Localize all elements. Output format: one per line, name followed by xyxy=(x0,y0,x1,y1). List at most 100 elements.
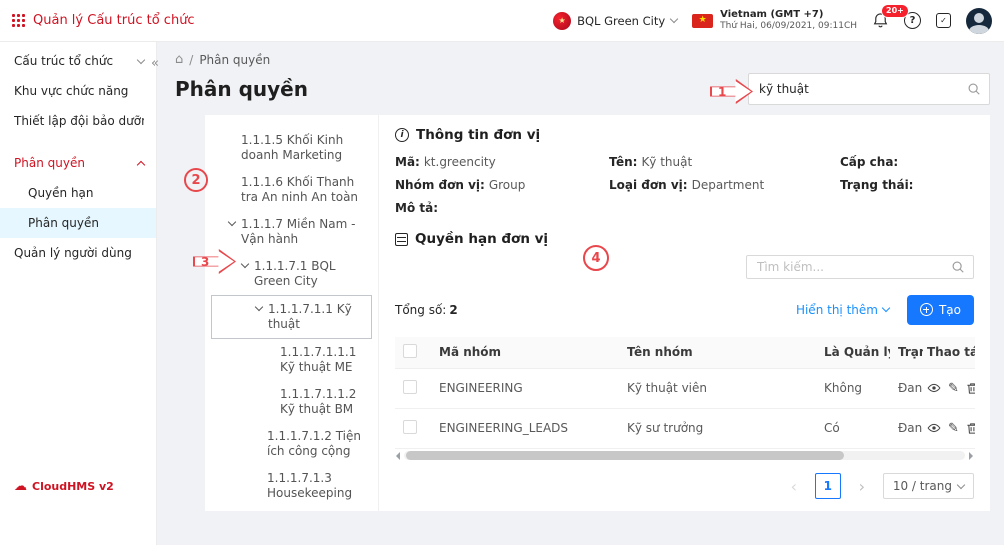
column-header-trang-thai: Trạng xyxy=(890,337,923,369)
org-selector[interactable]: BQL Green City xyxy=(553,12,677,30)
permissions-search-input[interactable] xyxy=(757,260,945,274)
cell-ma-nhom: ENGINEERING_LEADS xyxy=(431,408,619,448)
eye-icon[interactable] xyxy=(927,381,941,395)
column-header-la-quan-ly: Là Quản lý xyxy=(816,337,890,369)
title-row: Phân quyền xyxy=(175,73,990,105)
tree-caret-icon[interactable] xyxy=(254,302,264,314)
top-search-input[interactable] xyxy=(759,82,961,96)
field-trang-thai: Trạng thái: xyxy=(840,178,974,192)
pencil-icon[interactable] xyxy=(948,382,959,395)
notification-badge: 20+ xyxy=(881,4,909,18)
table-header-row: Mã nhóm Tên nhóm Là Quản lý Trạng Thao t… xyxy=(395,337,975,369)
org-tree: 1.1.1.5 Khối Kinh doanh Marketing 1.1.1.… xyxy=(205,115,378,511)
row-checkbox[interactable] xyxy=(403,420,417,434)
row-checkbox[interactable] xyxy=(403,380,417,394)
unit-info-header: Thông tin đơn vị xyxy=(395,127,974,143)
sidebar-item-thiet-lap-doi-bao-duong[interactable]: Thiết lập đội bảo dưỡng khu ... xyxy=(0,106,156,136)
next-page-button[interactable] xyxy=(849,473,875,499)
tree-item[interactable]: 1.1.1.7.1.1.2 Kỹ thuật BM xyxy=(211,381,372,423)
tree-item[interactable]: 1.1.1.7.1.4 Cây xanh xyxy=(211,507,372,511)
unit-details-panel: Thông tin đơn vị Mã:kt.greencity Tên:Kỹ … xyxy=(378,115,990,511)
apps-grid-icon[interactable] xyxy=(12,14,25,27)
chevron-down-icon xyxy=(957,481,965,489)
content-card: 1.1.1.5 Khối Kinh doanh Marketing 1.1.1.… xyxy=(205,115,990,511)
tree-caret-icon[interactable] xyxy=(240,259,250,271)
field-loai-don-vi: Loại đơn vị:Department xyxy=(609,178,832,192)
create-button[interactable]: Tạo xyxy=(907,295,974,325)
cell-select xyxy=(395,408,431,448)
tree-item[interactable]: 1.1.1.5 Khối Kinh doanh Marketing xyxy=(211,127,372,169)
show-more-button[interactable]: Hiển thị thêm xyxy=(796,303,889,317)
home-icon[interactable] xyxy=(175,52,183,67)
main-content: Phân quyền Phân quyền 1.1.1.5 Khối Kinh … xyxy=(157,42,1004,545)
chevron-down-icon xyxy=(137,55,145,63)
chevron-up-icon xyxy=(137,160,145,168)
app-title: Quản lý Cấu trúc tổ chức xyxy=(33,13,195,28)
vietnam-flag-icon xyxy=(692,14,713,28)
tree-item[interactable]: 1.1.1.7.1.1.1 Kỹ thuật ME xyxy=(211,339,372,381)
tree-item[interactable]: 1.1.1.7 Miền Nam - Vận hành xyxy=(211,211,372,253)
sidebar-collapse-button[interactable] xyxy=(151,56,159,71)
field-ten: Tên:Kỹ thuật xyxy=(609,155,832,169)
column-header-ten-nhom: Tên nhóm xyxy=(619,337,816,369)
pencil-icon[interactable] xyxy=(948,422,959,435)
tree-item[interactable]: 1.1.1.7.1.2 Tiện ích công cộng xyxy=(211,423,372,465)
column-header-thao-tac: Thao tác xyxy=(923,337,975,369)
search-icon[interactable] xyxy=(951,260,965,274)
cell-la-quan-ly: Không xyxy=(816,368,890,408)
sidebar-item-khu-vuc-chuc-nang[interactable]: Khu vực chức năng xyxy=(0,76,156,106)
sidebar-item-quyen-han[interactable]: Quyền hạn xyxy=(0,178,156,208)
trash-icon[interactable] xyxy=(966,422,975,435)
check-square-icon[interactable] xyxy=(936,13,951,28)
cell-trang-thai: Đang h xyxy=(890,408,923,448)
breadcrumb-current[interactable]: Phân quyền xyxy=(199,53,270,67)
total-count: Tổng số:2 xyxy=(395,303,458,317)
sidebar-item-cau-truc-to-chuc[interactable]: Cấu trúc tổ chức xyxy=(0,46,156,76)
scrollbar-track[interactable] xyxy=(404,451,965,460)
breadcrumb: Phân quyền xyxy=(175,52,990,67)
cell-ten-nhom: Kỹ sư trưởng xyxy=(619,408,816,448)
field-cap-cha: Cấp cha: xyxy=(840,155,974,169)
sidebar-item-quan-ly-nguoi-dung[interactable]: Quản lý người dùng xyxy=(0,238,156,268)
horizontal-scrollbar[interactable] xyxy=(395,451,974,461)
table-row: ENGINEERING_LEADS Kỹ sư trưởng Có Đang h xyxy=(395,408,975,448)
top-search xyxy=(748,73,990,105)
tree-item[interactable]: 1.1.1.7.1 BQL Green City xyxy=(211,253,372,295)
scrollbar-thumb[interactable] xyxy=(406,451,844,460)
app-window: Quản lý Cấu trúc tổ chức BQL Green City … xyxy=(0,0,1004,545)
scroll-right-icon[interactable] xyxy=(969,452,973,460)
tree-item[interactable]: 1.1.1.6 Khối Thanh tra An ninh An toàn xyxy=(211,169,372,211)
page-size-select[interactable]: 10 / trang xyxy=(883,473,974,499)
cell-ten-nhom: Kỹ thuật viên xyxy=(619,368,816,408)
cell-thao-tac xyxy=(923,368,975,408)
tree-caret-icon[interactable] xyxy=(227,217,237,229)
tree-item-selected[interactable]: 1.1.1.7.1.1 Kỹ thuật xyxy=(211,295,372,339)
breadcrumb-separator xyxy=(189,53,193,67)
prev-page-button[interactable] xyxy=(781,473,807,499)
cloud-logo-icon xyxy=(14,480,27,493)
eye-icon[interactable] xyxy=(927,421,941,435)
current-page-button[interactable]: 1 xyxy=(815,473,841,499)
unit-info-title: Thông tin đơn vị xyxy=(416,127,540,143)
plus-icon xyxy=(920,303,933,316)
sidebar: Cấu trúc tổ chức Khu vực chức năng Thiết… xyxy=(0,42,157,545)
timezone-block: Vietnam (GMT +7) Thứ Hai, 06/09/2021, 09… xyxy=(692,9,857,32)
trash-icon[interactable] xyxy=(966,382,975,395)
timezone-text: Vietnam (GMT +7) Thứ Hai, 06/09/2021, 09… xyxy=(720,9,857,32)
app-header: Quản lý Cấu trúc tổ chức BQL Green City … xyxy=(0,0,1004,42)
tree-item[interactable]: 1.1.1.7.1.3 Housekeeping xyxy=(211,465,372,507)
user-avatar[interactable] xyxy=(966,8,992,34)
scroll-left-icon[interactable] xyxy=(396,452,400,460)
table-toolbar: Tổng số:2 Hiển thị thêm Tạo xyxy=(395,295,974,325)
header-left: Quản lý Cấu trúc tổ chức xyxy=(12,13,195,28)
sidebar-item-phan-quyen[interactable]: Phân quyền xyxy=(0,148,156,178)
notifications-button[interactable]: 20+ xyxy=(872,12,889,29)
chevron-down-icon xyxy=(882,304,890,312)
column-header-ma-nhom: Mã nhóm xyxy=(431,337,619,369)
select-all-checkbox[interactable] xyxy=(403,344,417,358)
permissions-header: Quyền hạn đơn vị xyxy=(395,231,974,247)
header-right: BQL Green City Vietnam (GMT +7) Thứ Hai,… xyxy=(553,8,992,34)
search-icon[interactable] xyxy=(967,82,981,96)
sidebar-item-phan-quyen-sub[interactable]: Phân quyền xyxy=(0,208,156,238)
chevron-down-icon xyxy=(670,15,678,23)
